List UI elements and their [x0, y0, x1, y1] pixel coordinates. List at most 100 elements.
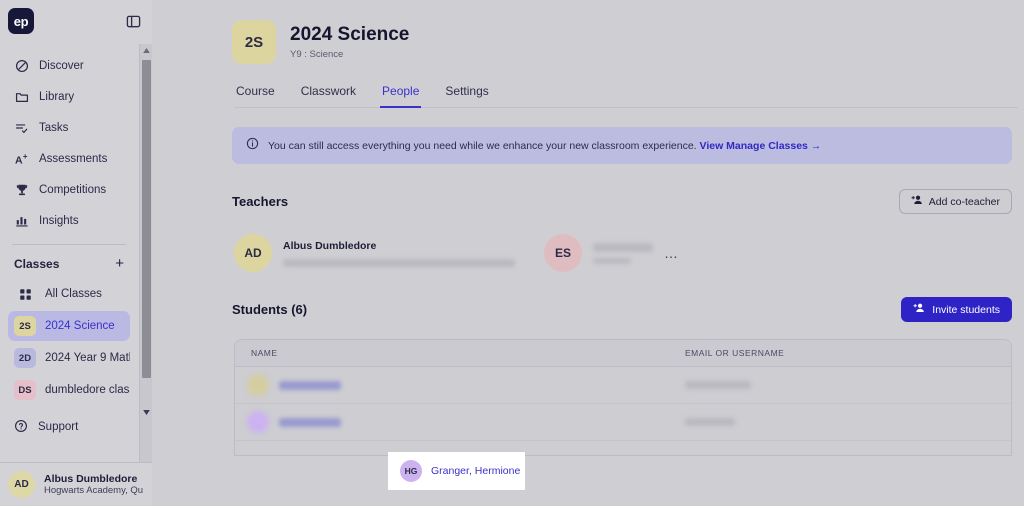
column-header-email: EMAIL OR USERNAME — [685, 348, 785, 358]
sidebar-top-bar: ep — [0, 0, 152, 42]
avatar — [247, 374, 269, 396]
banner-message: You can still access everything you need… — [268, 139, 700, 152]
app-logo[interactable]: ep — [8, 8, 34, 34]
scroll-down-arrow[interactable] — [140, 406, 152, 419]
sidebar-footer: AD Albus Dumbledore Hogwarts Academy, Qu… — [0, 462, 152, 506]
teacher-name: Albus Dumbledore — [283, 239, 377, 252]
sidebar-item-support[interactable]: Support — [0, 411, 138, 443]
teacher-name-redacted — [593, 242, 653, 252]
class-chip-2d: 2D — [14, 348, 36, 368]
invite-students-label: Invite students — [932, 303, 1000, 316]
teacher-email-redacted — [283, 258, 515, 267]
add-co-teacher-button[interactable]: Add co-teacher — [898, 189, 1012, 214]
sidebar-label-discover: Discover — [39, 59, 84, 72]
sidebar-label-tasks: Tasks — [39, 121, 69, 134]
avatar: AD — [8, 471, 35, 498]
table-row[interactable] — [235, 367, 1011, 404]
table-row[interactable] — [235, 404, 1011, 441]
grid-icon — [14, 288, 36, 301]
teachers-section-header: Teachers Add co-teacher — [232, 189, 1012, 214]
user-profile[interactable]: AD Albus Dumbledore Hogwarts Academy, Qu… — [8, 471, 144, 498]
compass-icon — [14, 58, 29, 73]
student-name-redacted — [279, 417, 341, 427]
sidebar-class-dumbledore[interactable]: DS dumbledore class ... — [8, 375, 130, 405]
view-manage-classes-link[interactable]: View Manage Classes → — [700, 140, 822, 152]
sidebar-class-2024-year-9-math[interactable]: 2D 2024 Year 9 Math -... — [8, 343, 130, 373]
class-avatar: 2S — [232, 20, 276, 64]
class-label-dumbledore: dumbledore class ... — [45, 384, 130, 396]
sidebar-item-competitions[interactable]: Competitions — [0, 174, 138, 205]
scroll-up-arrow[interactable] — [140, 44, 152, 57]
add-co-teacher-label: Add co-teacher — [928, 195, 1000, 208]
student-name-redacted — [279, 380, 341, 390]
svg-text:A: A — [15, 154, 23, 166]
tab-classwork[interactable]: Classwork — [299, 84, 358, 108]
teacher-item[interactable]: ES … — [544, 234, 679, 272]
sidebar-item-all-classes[interactable]: All Classes — [8, 279, 130, 309]
info-circle-icon — [246, 137, 259, 155]
teacher-item[interactable]: AD Albus Dumbledore — [234, 234, 544, 272]
table-row[interactable] — [235, 441, 1011, 455]
teachers-title: Teachers — [232, 194, 289, 209]
avatar: HG — [400, 460, 422, 482]
student-email-cell — [685, 418, 1011, 426]
class-label-2024-math: 2024 Year 9 Math -... — [45, 352, 130, 364]
invite-students-button[interactable]: Invite students — [901, 297, 1012, 322]
table-header-row: NAME EMAIL OR USERNAME — [235, 340, 1011, 367]
student-email-cell — [685, 381, 1011, 389]
add-class-button[interactable]: + — [115, 256, 124, 271]
trophy-icon — [14, 182, 29, 197]
sidebar-item-library[interactable]: Library — [0, 81, 138, 112]
ellipsis-icon[interactable]: … — [664, 246, 679, 260]
person-plus-icon — [913, 302, 925, 317]
student-name-cell[interactable] — [235, 411, 685, 433]
scrollbar-thumb[interactable] — [142, 60, 151, 378]
bar-chart-icon — [14, 213, 29, 228]
main-content: 2S 2024 Science Y9 : Science Course Clas… — [152, 0, 1024, 506]
class-chip-ds: DS — [14, 380, 36, 400]
focused-student-name[interactable]: Granger, Hermione — [431, 465, 520, 477]
column-header-name: NAME — [251, 348, 278, 358]
tab-bar: Course Classwork People Settings — [234, 84, 1018, 108]
sidebar-label-insights: Insights — [39, 214, 79, 227]
primary-nav: Discover Library Tasks A + Assessments C… — [0, 42, 138, 236]
student-email-redacted — [685, 418, 735, 426]
sidebar-item-insights[interactable]: Insights — [0, 205, 138, 236]
class-header: 2S 2024 Science Y9 : Science — [232, 20, 1018, 64]
avatar: ES — [544, 234, 582, 272]
panel-collapse-icon[interactable] — [124, 12, 142, 30]
all-classes-label: All Classes — [45, 288, 102, 300]
tab-course[interactable]: Course — [234, 84, 277, 108]
support-label: Support — [38, 421, 79, 433]
sidebar-item-tasks[interactable]: Tasks — [0, 112, 138, 143]
students-title: Students (6) — [232, 302, 308, 317]
sidebar-scrollbar[interactable] — [139, 44, 152, 462]
sidebar-label-competitions: Competitions — [39, 183, 107, 196]
class-subtitle: Y9 : Science — [290, 49, 344, 61]
info-banner: You can still access everything you need… — [232, 127, 1012, 164]
class-label-2024-science: 2024 Science — [45, 320, 115, 332]
list-check-icon — [14, 120, 29, 135]
profile-org: Hogwarts Academy, Qu... — [44, 485, 144, 496]
tab-people[interactable]: People — [380, 84, 422, 108]
classes-title: Classes — [14, 256, 60, 271]
banner-text: You can still access everything you need… — [268, 140, 821, 152]
a-plus-icon: A + — [14, 151, 29, 166]
sidebar-item-assessments[interactable]: A + Assessments — [0, 143, 138, 174]
person-plus-icon — [911, 194, 923, 209]
avatar: AD — [234, 234, 272, 272]
focused-student-card[interactable]: HG Granger, Hermione — [388, 452, 525, 490]
sidebar-item-discover[interactable]: Discover — [0, 50, 138, 81]
student-name-cell[interactable] — [235, 374, 685, 396]
students-section-header: Students (6) Invite students — [232, 297, 1012, 322]
sidebar-class-2024-science[interactable]: 2S 2024 Science — [8, 311, 130, 341]
profile-name: Albus Dumbledore — [44, 473, 138, 485]
student-email-redacted — [685, 381, 751, 389]
students-table: NAME EMAIL OR USERNAME — [234, 339, 1012, 456]
question-circle-icon — [14, 419, 28, 436]
classes-header: Classes + — [0, 245, 138, 277]
sidebar-label-assessments: Assessments — [39, 152, 108, 165]
tab-settings[interactable]: Settings — [443, 84, 490, 108]
sidebar-scroll-area: Discover Library Tasks A + Assessments C… — [0, 42, 152, 462]
sidebar-label-library: Library — [39, 90, 75, 103]
